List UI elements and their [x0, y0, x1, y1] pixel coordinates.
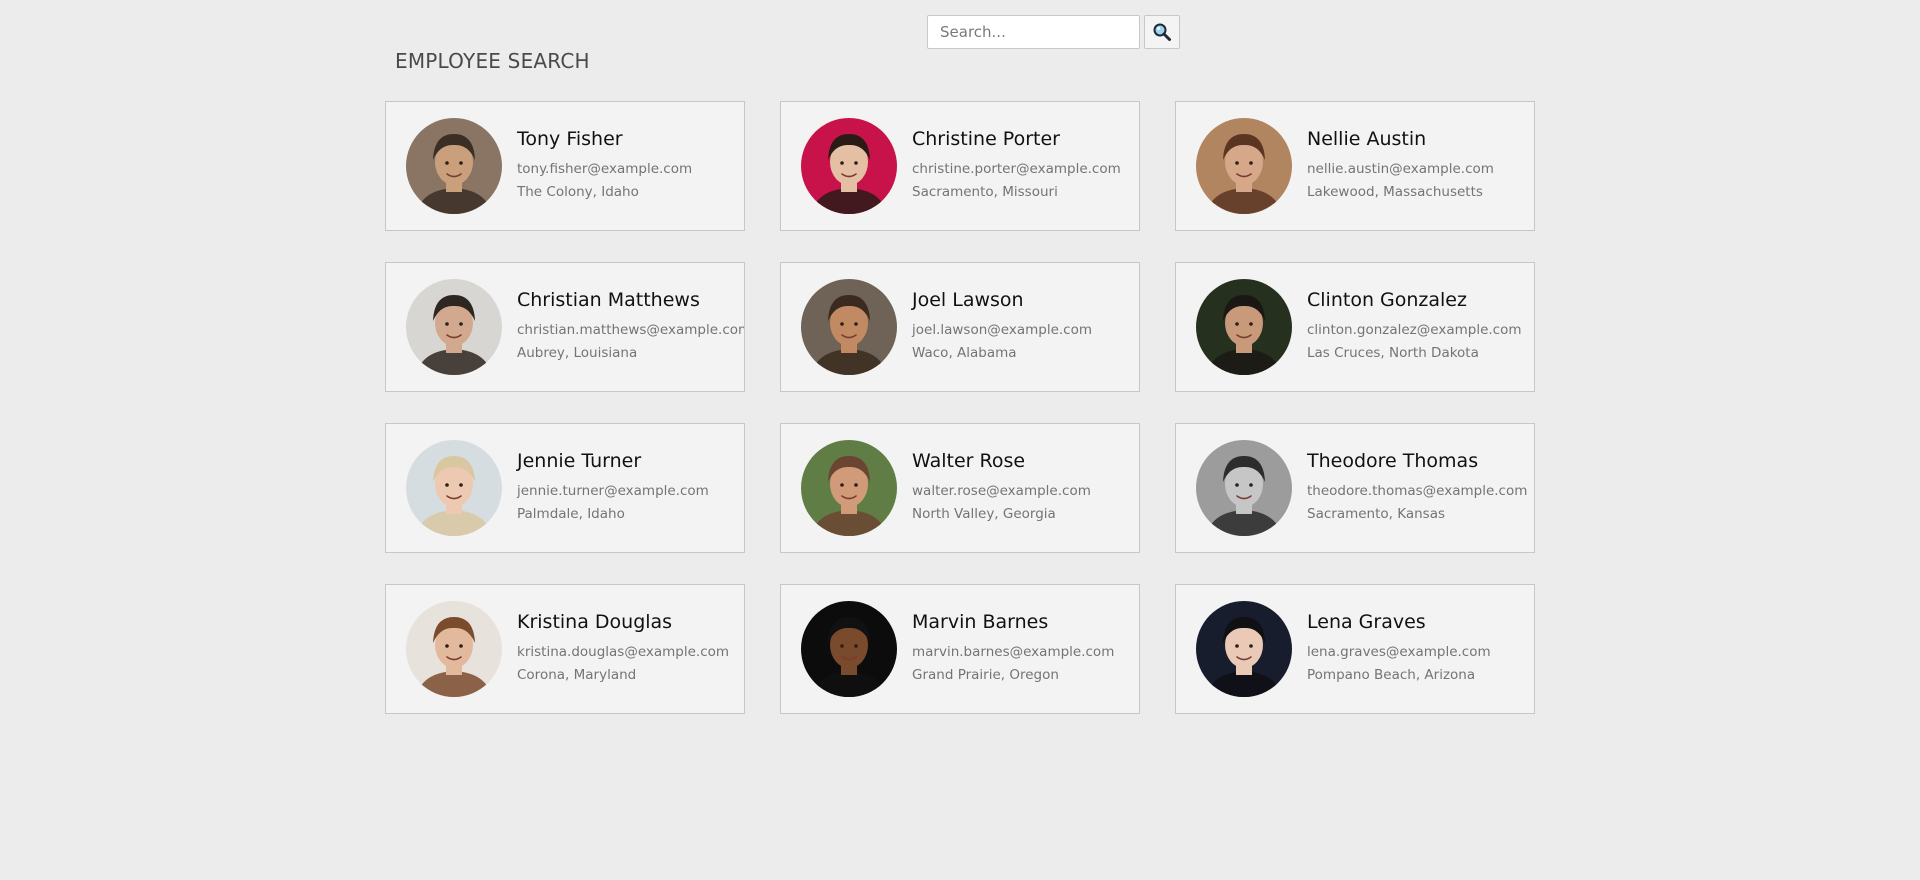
employee-name: Christine Porter [912, 128, 1060, 150]
avatar [406, 118, 502, 214]
employee-info: Tony Fisher tony.fisher@example.com The … [517, 128, 692, 204]
avatar [406, 601, 502, 697]
employee-card[interactable]: Jennie Turner jennie.turner@example.com … [385, 423, 745, 553]
employee-email: kristina.douglas@example.com [517, 644, 730, 660]
employee-email: nellie.austin@example.com [1307, 161, 1494, 177]
employee-card[interactable]: Tony Fisher tony.fisher@example.com The … [385, 101, 745, 231]
employee-info: Walter Rose walter.rose@example.com Nort… [912, 450, 1091, 526]
employee-location: Pompano Beach, Arizona [1307, 667, 1476, 683]
employee-email: christian.matthews@example.com [517, 322, 745, 338]
employee-info: Theodore Thomas theodore.thomas@example.… [1307, 450, 1527, 526]
employee-card[interactable]: Kristina Douglas kristina.douglas@exampl… [385, 584, 745, 714]
search-input[interactable] [927, 15, 1140, 49]
employee-name: Tony Fisher [517, 128, 623, 150]
search-button[interactable] [1144, 15, 1180, 49]
employee-card[interactable]: Theodore Thomas theodore.thomas@example.… [1175, 423, 1535, 553]
employee-email: walter.rose@example.com [912, 483, 1091, 499]
employee-name: Christian Matthews [517, 289, 700, 311]
employee-card[interactable]: Joel Lawson joel.lawson@example.com Waco… [780, 262, 1140, 392]
employee-name: Kristina Douglas [517, 611, 673, 633]
employee-name: Nellie Austin [1307, 128, 1427, 150]
avatar [1196, 118, 1292, 214]
search-bar [927, 15, 1180, 49]
employee-card[interactable]: Lena Graves lena.graves@example.com Pomp… [1175, 584, 1535, 714]
employee-info: Christian Matthews christian.matthews@ex… [517, 289, 745, 365]
employee-name: Walter Rose [912, 450, 1026, 472]
avatar [1196, 440, 1292, 536]
avatar [406, 440, 502, 536]
avatar [801, 440, 897, 536]
avatar [801, 118, 897, 214]
avatar [1196, 601, 1292, 697]
employee-card[interactable]: Walter Rose walter.rose@example.com Nort… [780, 423, 1140, 553]
employee-email: christine.porter@example.com [912, 161, 1121, 177]
employee-info: Clinton Gonzalez clinton.gonzalez@exampl… [1307, 289, 1522, 365]
employee-email: joel.lawson@example.com [912, 322, 1093, 338]
page-title: EMPLOYEE SEARCH [395, 49, 590, 73]
employee-info: Kristina Douglas kristina.douglas@exampl… [517, 611, 729, 687]
employee-card[interactable]: Nellie Austin nellie.austin@example.com … [1175, 101, 1535, 231]
avatar [1196, 279, 1292, 375]
employee-location: Aubrey, Louisiana [517, 345, 638, 361]
employee-email: tony.fisher@example.com [517, 161, 693, 177]
employee-location: The Colony, Idaho [517, 184, 639, 200]
employee-email: theodore.thomas@example.com [1307, 483, 1528, 499]
employee-email: jennie.turner@example.com [517, 483, 709, 499]
avatar [801, 279, 897, 375]
employee-info: Jennie Turner jennie.turner@example.com … [517, 450, 709, 526]
employee-location: Grand Prairie, Oregon [912, 667, 1059, 683]
employee-info: Christine Porter christine.porter@exampl… [912, 128, 1121, 204]
employee-info: Nellie Austin nellie.austin@example.com … [1307, 128, 1494, 204]
employee-email: clinton.gonzalez@example.com [1307, 322, 1522, 338]
employee-name: Lena Graves [1307, 611, 1426, 633]
employee-location: Sacramento, Missouri [912, 184, 1058, 200]
employee-location: Sacramento, Kansas [1307, 506, 1446, 522]
employee-location: North Valley, Georgia [912, 506, 1056, 522]
employee-location: Palmdale, Idaho [517, 506, 625, 522]
employee-name: Joel Lawson [912, 289, 1024, 311]
employee-grid: Tony Fisher tony.fisher@example.com The … [385, 101, 1535, 714]
employee-card[interactable]: Christian Matthews christian.matthews@ex… [385, 262, 745, 392]
employee-card[interactable]: Christine Porter christine.porter@exampl… [780, 101, 1140, 231]
employee-email: marvin.barnes@example.com [912, 644, 1115, 660]
employee-card[interactable]: Marvin Barnes marvin.barnes@example.com … [780, 584, 1140, 714]
employee-location: Lakewood, Massachusetts [1307, 184, 1483, 200]
avatar [801, 601, 897, 697]
employee-name: Jennie Turner [517, 450, 642, 472]
employee-location: Corona, Maryland [517, 667, 637, 683]
employee-info: Joel Lawson joel.lawson@example.com Waco… [912, 289, 1092, 365]
magnifier-icon [1153, 23, 1171, 41]
employee-email: lena.graves@example.com [1307, 644, 1491, 660]
employee-location: Las Cruces, North Dakota [1307, 345, 1479, 361]
avatar [406, 279, 502, 375]
employee-name: Marvin Barnes [912, 611, 1049, 633]
employee-info: Marvin Barnes marvin.barnes@example.com … [912, 611, 1114, 687]
employee-name: Theodore Thomas [1307, 450, 1479, 472]
employee-location: Waco, Alabama [912, 345, 1017, 361]
employee-name: Clinton Gonzalez [1307, 289, 1467, 311]
employee-card[interactable]: Clinton Gonzalez clinton.gonzalez@exampl… [1175, 262, 1535, 392]
employee-info: Lena Graves lena.graves@example.com Pomp… [1307, 611, 1491, 687]
